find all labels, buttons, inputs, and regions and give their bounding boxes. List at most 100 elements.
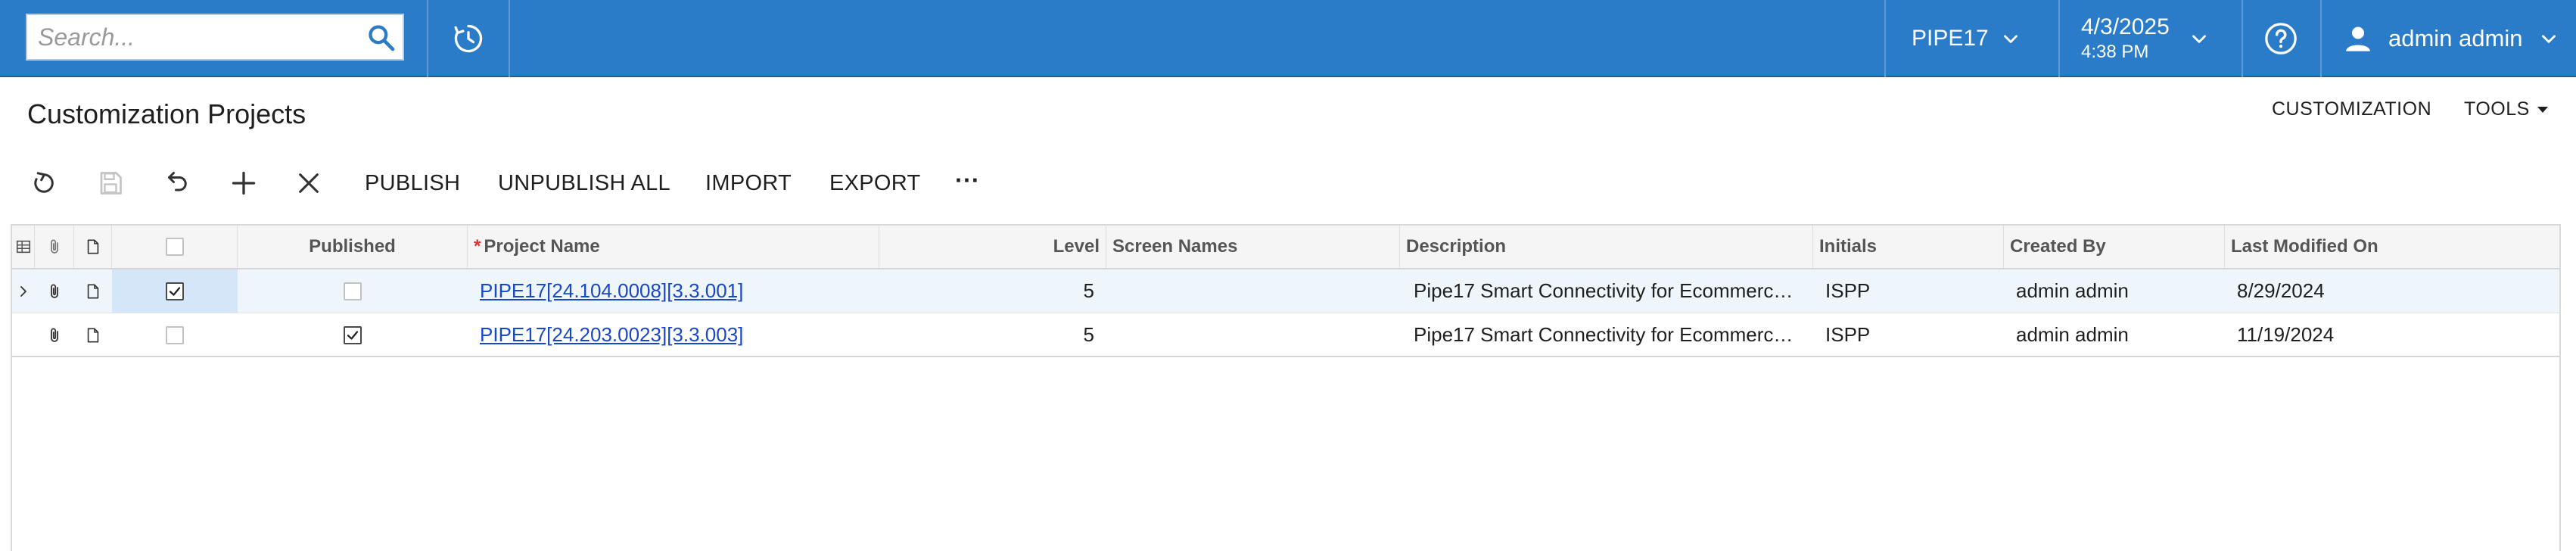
unpublish-all-button[interactable]: UNPUBLISH ALL [498, 171, 670, 196]
published-cell [238, 269, 468, 313]
published-column-header[interactable]: Published [238, 226, 468, 268]
chevron-down-icon [2542, 35, 2556, 43]
created-by-cell: admin admin [2016, 279, 2129, 302]
select-all-checkbox-cell [112, 226, 238, 268]
published-checkbox[interactable] [344, 282, 362, 300]
business-date: 4/3/2025 [2081, 14, 2170, 40]
chevron-down-icon [2192, 35, 2206, 43]
page-title: Customization Projects [27, 98, 306, 129]
row-select-cell [112, 269, 238, 313]
created-by-column-header[interactable]: Created By [2004, 226, 2225, 268]
screen-names-cell [1106, 269, 1400, 313]
project-name-cell: PIPE17[24.203.0023][3.3.003] [468, 313, 879, 356]
note-icon [87, 327, 99, 343]
row-select-checkbox[interactable] [166, 282, 184, 300]
row-select-checkbox[interactable] [166, 325, 184, 344]
note-icon [87, 283, 99, 299]
project-name-column-header[interactable]: * Project Name [468, 226, 879, 268]
history-clock-icon [454, 24, 483, 53]
files-column-header [35, 226, 74, 268]
description-cell: Pipe17 Smart Connectivity for Ecommerc… [1414, 323, 1794, 346]
project-name-link[interactable]: PIPE17[24.104.0008][3.3.001] [480, 279, 743, 303]
notes-column-header [74, 226, 112, 268]
business-time: 4:38 PM [2081, 42, 2149, 63]
toolbar: PUBLISH UNPUBLISH ALL IMPORT EXPORT ··· [0, 160, 1059, 206]
last-modified-cell: 11/19/2024 [2237, 323, 2335, 346]
level-cell: 5 [1083, 279, 1094, 302]
project-name-cell: PIPE17[24.104.0008][3.3.001] [468, 269, 879, 313]
user-avatar-icon [2346, 26, 2370, 51]
table-row[interactable]: PIPE17[24.104.0008][3.3.001] 5 Pipe17 Sm… [12, 269, 2559, 313]
search-input[interactable] [27, 15, 353, 59]
checkmark-icon [169, 286, 181, 296]
table-row[interactable]: PIPE17[24.203.0023][3.3.003] 5 Pipe17 Sm… [12, 313, 2559, 357]
company-name: PIPE17 [1912, 26, 1989, 51]
created-by-cell: admin admin [2016, 323, 2129, 346]
paperclip-icon [51, 284, 58, 298]
tools-menu[interactable]: TOOLS [2464, 98, 2548, 120]
row-files-button[interactable] [35, 269, 74, 313]
customization-menu[interactable]: CUSTOMIZATION [2272, 98, 2431, 120]
last-modified-cell: 8/29/2024 [2237, 279, 2325, 302]
import-button[interactable]: IMPORT [705, 171, 792, 196]
caret-down-icon [2537, 106, 2548, 113]
column-chooser-button[interactable] [12, 226, 35, 268]
initials-cell: ISPP [1825, 323, 1871, 346]
paperclip-icon [51, 328, 58, 342]
recent-history-button[interactable] [428, 0, 509, 77]
tools-label: TOOLS [2464, 98, 2530, 120]
chevron-right-icon [20, 285, 26, 297]
topbar-divider [509, 0, 510, 77]
grid-header: Published * Project Name Level Screen Na… [12, 226, 2559, 269]
checkmark-icon [347, 330, 359, 340]
level-column-header[interactable]: Level [879, 226, 1106, 268]
description-column-header[interactable]: Description [1400, 226, 1813, 268]
row-files-button[interactable] [35, 313, 74, 356]
initials-cell: ISPP [1825, 279, 1871, 302]
search-box[interactable] [26, 14, 404, 61]
company-selector[interactable]: PIPE17 [1884, 0, 2058, 77]
user-menu[interactable]: admin admin [2320, 0, 2576, 77]
add-button[interactable] [227, 167, 260, 200]
row-expand-spacer [12, 313, 35, 356]
initials-column-header[interactable]: Initials [1813, 226, 2004, 268]
row-notes-button[interactable] [74, 313, 112, 356]
search-icon[interactable] [366, 23, 397, 53]
description-cell: Pipe17 Smart Connectivity for Ecommerc… [1414, 279, 1794, 302]
chevron-down-icon [2003, 35, 2018, 43]
undo-icon [168, 172, 187, 191]
published-cell [238, 313, 468, 356]
plus-icon [232, 171, 256, 195]
help-button[interactable] [2242, 0, 2320, 77]
save-button[interactable] [94, 167, 127, 200]
more-actions-button[interactable]: ··· [955, 167, 980, 195]
top-bar: PIPE17 4/3/2025 4:38 PM admin admin [0, 0, 2576, 77]
paperclip-icon [50, 239, 58, 254]
required-marker: * [474, 236, 481, 257]
undo-button[interactable] [160, 167, 194, 200]
export-button[interactable]: EXPORT [829, 171, 921, 196]
screen-names-cell [1106, 313, 1400, 356]
row-expand-button[interactable] [12, 269, 35, 313]
project-name-link[interactable]: PIPE17[24.203.0023][3.3.003] [480, 323, 743, 347]
refresh-icon [34, 172, 54, 193]
user-name: admin admin [2388, 25, 2523, 51]
refresh-button[interactable] [27, 167, 61, 200]
publish-button[interactable]: PUBLISH [365, 171, 460, 196]
note-icon [87, 239, 98, 254]
select-all-checkbox[interactable] [165, 238, 184, 256]
grid-settings-icon [16, 240, 30, 254]
screen-names-column-header[interactable]: Screen Names [1106, 226, 1400, 268]
delete-button[interactable] [292, 167, 325, 200]
row-select-cell [112, 313, 238, 356]
business-date-selector[interactable]: 4/3/2025 4:38 PM [2058, 0, 2242, 77]
close-icon [299, 173, 319, 193]
row-notes-button[interactable] [74, 269, 112, 313]
save-icon [100, 172, 122, 195]
published-checkbox[interactable] [344, 325, 362, 344]
level-cell: 5 [1083, 323, 1094, 346]
help-icon [2265, 23, 2297, 54]
project-name-header-label: Project Name [484, 236, 600, 257]
projects-grid: Published * Project Name Level Screen Na… [11, 224, 2561, 551]
last-modified-column-header[interactable]: Last Modified On [2225, 226, 2559, 268]
